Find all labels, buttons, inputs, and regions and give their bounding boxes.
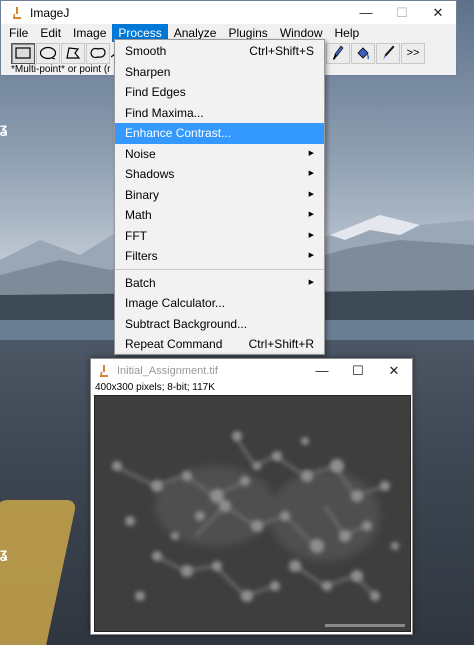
menu-item-label: FFT: [125, 228, 147, 243]
menu-file[interactable]: File: [3, 24, 34, 42]
microscope-icon: [10, 6, 24, 20]
menu-item-shadows[interactable]: Shadows ▶: [115, 164, 324, 185]
menu-item-label: Find Edges: [125, 85, 186, 100]
menu-item-label: Find Maxima...: [125, 105, 204, 120]
menu-item-subtract-background[interactable]: Subtract Background...: [115, 314, 324, 335]
menu-edit[interactable]: Edit: [34, 24, 67, 42]
pen-icon: [383, 45, 395, 60]
more-tools-button[interactable]: >>: [401, 42, 425, 64]
menu-item-sharpen[interactable]: Sharpen: [115, 62, 324, 83]
minimize-button[interactable]: —: [348, 1, 384, 24]
fill-icon: [357, 47, 370, 60]
menu-image[interactable]: Image: [67, 24, 112, 42]
menu-item-enhance-contrast[interactable]: Enhance Contrast...: [115, 123, 324, 144]
oval-tool-button[interactable]: [36, 42, 60, 64]
desktop-glyph: ʓ: [0, 545, 8, 561]
brush-tool-button[interactable]: [326, 42, 350, 64]
pen-tool-button[interactable]: [376, 42, 400, 64]
polygon-tool-button[interactable]: [61, 42, 85, 64]
image-info: 400x300 pixels; 8-bit; 117K: [95, 382, 215, 393]
menu-item-label: Smooth: [125, 44, 167, 59]
menu-item-label: Shadows: [125, 167, 175, 182]
menu-item-image-calculator[interactable]: Image Calculator...: [115, 293, 324, 314]
polygon-tool-icon: [66, 47, 81, 59]
oval-tool-icon: [39, 46, 57, 60]
menu-item-shortcut: Ctrl+Shift+S: [249, 44, 314, 59]
submenu-arrow-icon: ▶: [308, 170, 314, 178]
submenu-arrow-icon: ▶: [308, 278, 314, 286]
microscope-icon: [97, 364, 111, 378]
submenu-arrow-icon: ▶: [308, 211, 314, 219]
menu-item-shortcut: Ctrl+Shift+R: [248, 337, 314, 352]
menu-item-fft[interactable]: FFT ▶: [115, 226, 324, 247]
brush-icon: [333, 45, 344, 60]
tool-bar-right: >>: [326, 42, 425, 64]
micrograph-image: [95, 396, 410, 631]
image-window-title: Initial_Assignment.tif: [117, 364, 218, 377]
menu-help[interactable]: Help: [329, 24, 366, 42]
desktop-glyph: ʓ: [0, 120, 8, 136]
menu-item-label: Math: [125, 208, 152, 223]
image-maximize-button[interactable]: ☐: [340, 359, 376, 382]
menu-item-label: Noise: [125, 146, 156, 161]
rectangle-tool-icon: [15, 47, 31, 59]
scale-bar: [325, 624, 405, 627]
close-button[interactable]: ✕: [420, 1, 456, 24]
submenu-arrow-icon: ▶: [308, 252, 314, 260]
menu-item-repeat-command[interactable]: Repeat Command Ctrl+Shift+R: [115, 334, 324, 355]
image-title-bar[interactable]: Initial_Assignment.tif — ☐ ✕: [91, 359, 412, 382]
image-canvas[interactable]: [94, 395, 411, 632]
window-title: ImageJ: [30, 5, 70, 20]
menu-item-label: Image Calculator...: [125, 296, 226, 311]
rectangle-tool-button[interactable]: [11, 42, 35, 64]
menu-item-math[interactable]: Math ▶: [115, 205, 324, 226]
submenu-arrow-icon: ▶: [308, 190, 314, 198]
freehand-tool-button[interactable]: [86, 42, 110, 64]
menu-item-find-maxima[interactable]: Find Maxima...: [115, 103, 324, 124]
fill-tool-button[interactable]: [351, 42, 375, 64]
menu-item-batch[interactable]: Batch ▶: [115, 273, 324, 294]
menu-item-label: Batch: [125, 275, 156, 290]
menu-item-label: Sharpen: [125, 64, 171, 79]
maximize-button[interactable]: ☐: [384, 1, 420, 24]
menu-item-label: Binary: [125, 187, 160, 202]
menu-item-noise[interactable]: Noise ▶: [115, 144, 324, 165]
title-bar[interactable]: ImageJ — ☐ ✕: [1, 1, 456, 24]
submenu-arrow-icon: ▶: [308, 149, 314, 157]
image-window: Initial_Assignment.tif — ☐ ✕ 400x300 pix…: [90, 358, 413, 635]
menu-item-label: Repeat Command: [125, 337, 223, 352]
menu-item-label: Enhance Contrast...: [125, 126, 232, 141]
image-minimize-button[interactable]: —: [304, 359, 340, 382]
submenu-arrow-icon: ▶: [308, 231, 314, 239]
menu-item-label: Subtract Background...: [125, 316, 248, 331]
menu-item-binary[interactable]: Binary ▶: [115, 185, 324, 206]
menu-item-find-edges[interactable]: Find Edges: [115, 82, 324, 103]
process-menu-dropdown: Smooth Ctrl+Shift+S Sharpen Find Edges F…: [114, 39, 325, 355]
menu-item-smooth[interactable]: Smooth Ctrl+Shift+S: [115, 41, 324, 62]
freehand-tool-icon: [90, 47, 106, 59]
menu-item-filters[interactable]: Filters ▶: [115, 246, 324, 267]
image-close-button[interactable]: ✕: [376, 359, 412, 382]
menu-item-label: Filters: [125, 249, 158, 264]
